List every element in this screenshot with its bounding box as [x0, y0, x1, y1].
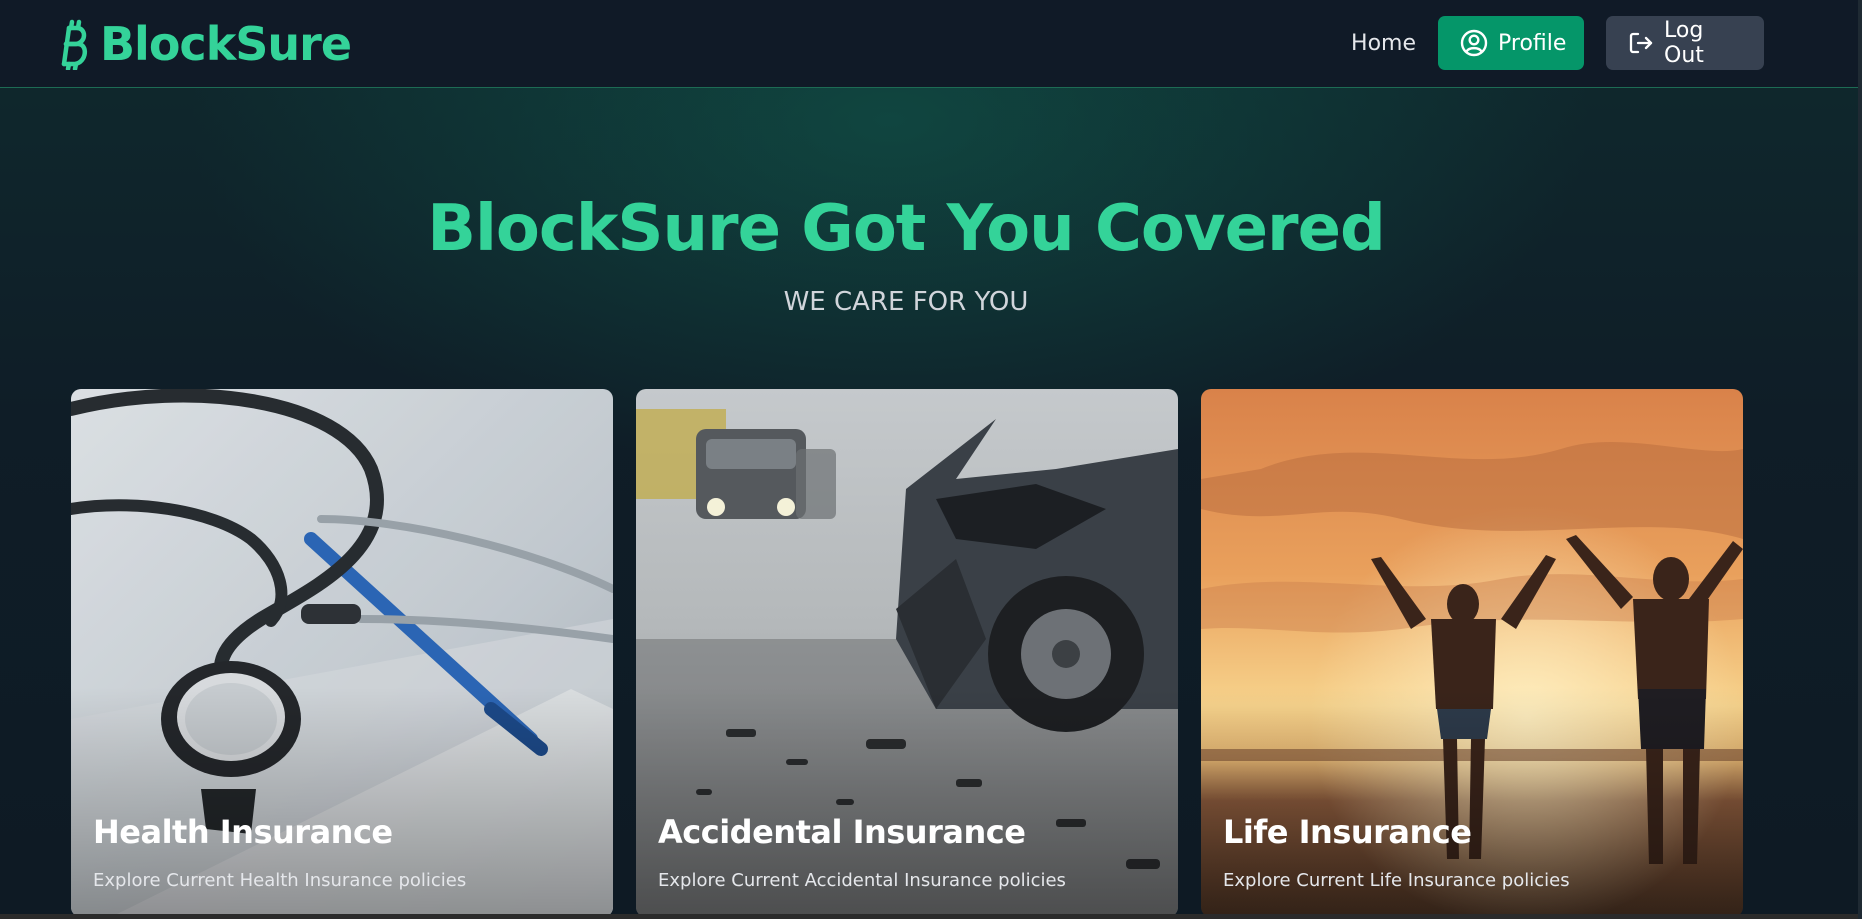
life-insurance-card[interactable]: Life Insurance Explore Current Life Insu…: [1201, 389, 1743, 917]
user-circle-icon: [1460, 29, 1488, 57]
card-description: Explore Current Life Insurance policies: [1223, 870, 1570, 891]
logout-icon: [1628, 30, 1654, 56]
bitcoin-icon: [60, 18, 90, 70]
scrollbar-track[interactable]: [1858, 0, 1862, 919]
card-title: Health Insurance: [93, 813, 393, 851]
card-title: Life Insurance: [1223, 813, 1472, 851]
card-description: Explore Current Health Insurance policie…: [93, 870, 467, 891]
accidental-insurance-card[interactable]: Accidental Insurance Explore Current Acc…: [636, 389, 1178, 917]
health-insurance-card[interactable]: Health Insurance Explore Current Health …: [71, 389, 613, 917]
top-navbar: BlockSure Home Profile Log Out: [0, 0, 1862, 88]
hero-title: BlockSure Got You Covered: [427, 192, 1386, 266]
bottom-edge: [0, 914, 1862, 919]
nav-home-link[interactable]: Home: [1351, 31, 1416, 56]
profile-button-label: Profile: [1498, 30, 1567, 56]
profile-button[interactable]: Profile: [1438, 16, 1584, 70]
logout-button-label: Log Out: [1664, 18, 1704, 68]
card-title: Accidental Insurance: [658, 813, 1026, 851]
card-description: Explore Current Accidental Insurance pol…: [658, 870, 1066, 891]
nav-actions: Home Profile Log Out: [1351, 16, 1764, 70]
brand-name: BlockSure: [100, 17, 352, 71]
logout-button[interactable]: Log Out: [1606, 16, 1764, 70]
page: BlockSure Home Profile Log Out BlockSure…: [0, 0, 1862, 919]
brand-logo[interactable]: BlockSure: [60, 14, 352, 74]
hero-subtitle: WE CARE FOR YOU: [783, 287, 1029, 317]
